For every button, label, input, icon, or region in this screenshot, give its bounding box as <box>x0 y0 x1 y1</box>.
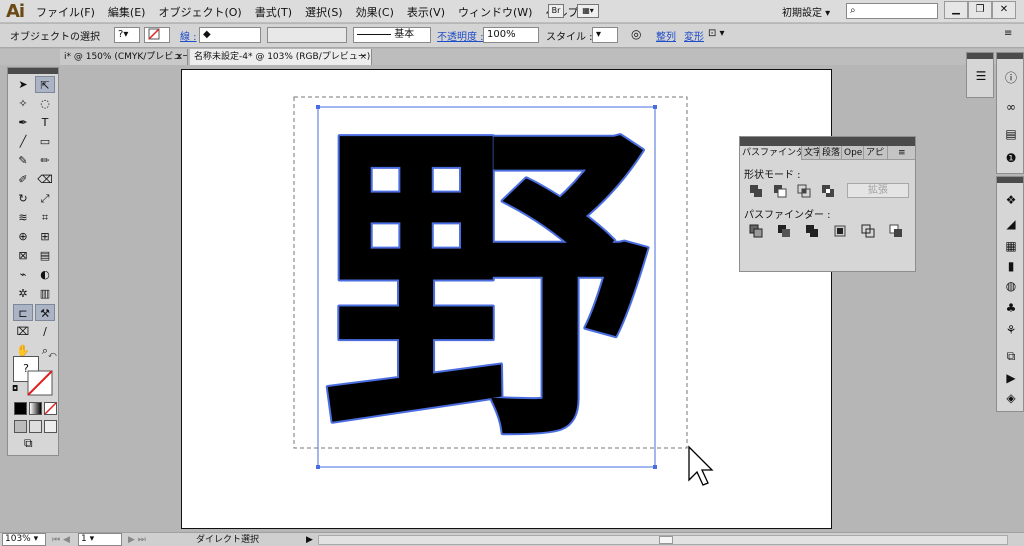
selection-handle[interactable] <box>653 105 657 109</box>
tab-opentype[interactable]: Ope <box>842 146 864 160</box>
zoom-field[interactable]: 103% ▾ <box>2 533 46 546</box>
selection-handle[interactable] <box>316 465 320 469</box>
minus-back-icon[interactable] <box>888 223 904 239</box>
panel-menu-icon[interactable]: ☰ <box>971 67 991 85</box>
color-guide-icon[interactable]: ◢ <box>1001 215 1021 233</box>
pathfinder-tabs: パスファインダー 文字 段落 Ope アピ ≡ <box>740 146 915 160</box>
pathfinder-panel-header[interactable] <box>740 137 915 146</box>
next-page-icon[interactable]: ▶ ⏭ <box>128 534 146 546</box>
tab-pathfinder[interactable]: パスファインダー <box>740 146 802 160</box>
tab-character[interactable]: 文字 <box>802 146 820 160</box>
tab-appearance[interactable]: アピ <box>864 146 888 160</box>
status-menu-icon[interactable]: ▶ <box>306 534 313 546</box>
navigator-icon[interactable]: ▤ <box>1001 125 1021 143</box>
intersect-icon[interactable] <box>796 183 812 199</box>
info-icon[interactable]: ❶ <box>1001 149 1021 167</box>
current-tool-label: ダイレクト選択 <box>196 535 260 545</box>
selection-handle[interactable] <box>653 465 657 469</box>
collapsed-dock-right-bottom: ❖ ◢ ▦ ▮ ◍ ♣ ⚘ ⧉ ▶ ◈ <box>996 176 1024 412</box>
selection-handle[interactable] <box>316 105 320 109</box>
divide-icon[interactable] <box>748 223 764 239</box>
collapsed-dock-right-top: ⓘ ∞ ▤ ❶ <box>996 52 1024 174</box>
tab-paragraph[interactable]: 段落 <box>820 146 842 160</box>
mouse-cursor-icon <box>688 445 714 486</box>
first-page-icon[interactable]: ⏮ ◀ <box>52 534 70 546</box>
dock-header[interactable] <box>967 53 993 59</box>
links-icon[interactable]: ∞ <box>1001 98 1021 116</box>
page-field[interactable]: 1 ▾ <box>78 533 122 546</box>
merge-icon[interactable] <box>804 223 820 239</box>
horizontal-scrollbar[interactable] <box>318 535 1008 545</box>
minus-front-icon[interactable] <box>772 183 788 199</box>
color-icon[interactable]: ❖ <box>1001 191 1021 209</box>
swatches-icon[interactable]: ▦ <box>1001 237 1021 255</box>
pathfinder-panel: パスファインダー 文字 段落 Ope アピ ≡ 形状モード : 拡張 パスファイ… <box>739 136 916 272</box>
symbols-icon[interactable]: ♣ <box>1001 299 1021 317</box>
gradient-icon[interactable]: ▮ <box>1001 257 1021 275</box>
dock-header[interactable] <box>997 177 1023 183</box>
expand-button[interactable]: 拡張 <box>847 183 909 198</box>
pathfinders-label: パスファインダー : <box>744 210 831 221</box>
outline-icon[interactable] <box>860 223 876 239</box>
calligraphy-glyph[interactable]: 野 <box>319 90 653 482</box>
document-info-icon[interactable]: ⓘ <box>1001 69 1021 87</box>
artwork-layer: 野 <box>293 90 714 486</box>
panel-options-icon[interactable]: ≡ <box>898 146 906 160</box>
exclude-icon[interactable] <box>820 183 836 199</box>
status-bar: 103% ▾ ⏮ ◀ 1 ▾ ▶ ⏭ ダイレクト選択 ▶ <box>0 532 1024 546</box>
brushes-icon[interactable]: ⚘ <box>1001 321 1021 339</box>
collapsed-dock-left: ☰ <box>966 52 994 98</box>
dock-header[interactable] <box>997 53 1023 59</box>
scroll-thumb[interactable] <box>659 536 673 544</box>
layers-icon[interactable]: ◈ <box>1001 389 1021 407</box>
trim-icon[interactable] <box>776 223 792 239</box>
unite-icon[interactable] <box>748 183 764 199</box>
crop-icon[interactable] <box>832 223 848 239</box>
actions-icon[interactable]: ▶ <box>1001 369 1021 387</box>
shape-modes-label: 形状モード : <box>744 170 801 181</box>
transparency-icon[interactable]: ◍ <box>1001 277 1021 295</box>
artboards-icon[interactable]: ⧉ <box>1001 347 1021 365</box>
